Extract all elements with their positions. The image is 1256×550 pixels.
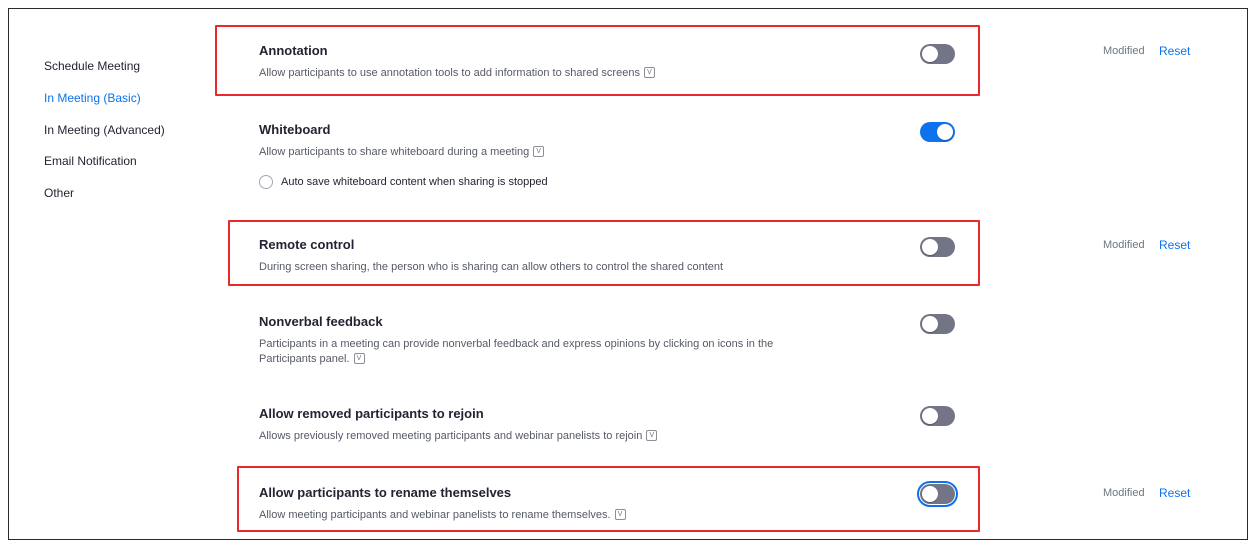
info-icon[interactable]: V (353, 352, 365, 364)
whiteboard-toggle[interactable] (920, 122, 955, 142)
setting-description: Allows previously removed meeting partic… (259, 429, 658, 444)
info-icon[interactable]: V (533, 145, 545, 157)
allow-removed-rejoin-toggle[interactable] (920, 406, 955, 426)
sidebar-item-email-notification[interactable]: Email Notification (44, 154, 137, 168)
nonverbal-feedback-toggle[interactable] (920, 314, 955, 334)
setting-allow-removed-rejoin: Allow removed participants to rejoin All… (259, 406, 658, 444)
setting-description: Allow participants to share whiteboard d… (259, 145, 545, 160)
sidebar-item-in-meeting-advanced[interactable]: In Meeting (Advanced) (44, 123, 165, 137)
toggle-knob (922, 408, 938, 424)
setting-title: Allow removed participants to rejoin (259, 406, 484, 421)
sidebar-item-schedule-meeting[interactable]: Schedule Meeting (44, 59, 140, 73)
autosave-label: Auto save whiteboard content when sharin… (281, 175, 548, 188)
setting-title: Nonverbal feedback (259, 314, 383, 329)
setting-description: Participants in a meeting can provide no… (259, 338, 774, 365)
setting-title: Whiteboard (259, 122, 331, 137)
highlight-box-annotation (215, 25, 980, 96)
annotation-reset-link[interactable]: Reset (1159, 44, 1190, 58)
modified-label: Modified (1103, 487, 1145, 499)
sidebar-item-in-meeting-basic[interactable]: In Meeting (Basic) (44, 91, 141, 105)
modified-label: Modified (1103, 45, 1145, 57)
highlight-box-rename (237, 466, 980, 532)
info-icon[interactable]: V (646, 429, 658, 441)
allow-rename-reset-link[interactable]: Reset (1159, 486, 1190, 500)
autosave-checkbox[interactable] (259, 175, 273, 189)
toggle-knob (937, 124, 953, 140)
toggle-knob (922, 316, 938, 332)
setting-nonverbal-feedback: Nonverbal feedback Participants in a mee… (259, 314, 773, 367)
whiteboard-autosave-option: Auto save whiteboard content when sharin… (259, 175, 548, 189)
sidebar-item-other[interactable]: Other (44, 186, 74, 200)
remote-control-reset-link[interactable]: Reset (1159, 238, 1190, 252)
setting-whiteboard: Whiteboard Allow participants to share w… (259, 122, 545, 160)
highlight-box-remote-control (228, 220, 980, 286)
modified-label: Modified (1103, 239, 1145, 251)
